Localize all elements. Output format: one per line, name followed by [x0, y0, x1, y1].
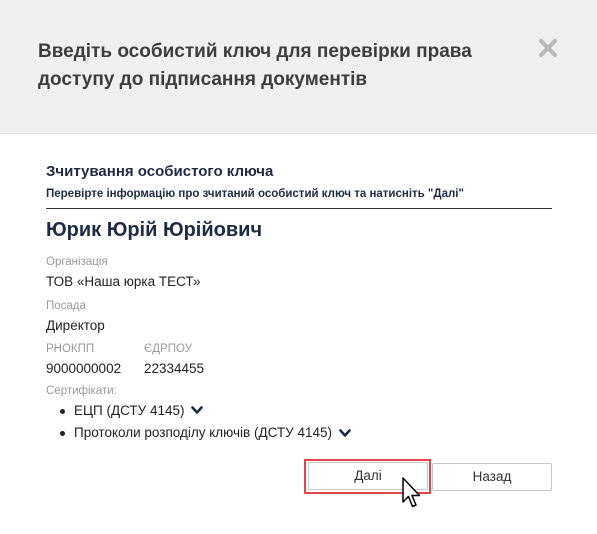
- certificate-label: Протоколи розподілу ключів (ДСТУ 4145): [74, 425, 332, 441]
- section-title: Зчитування особистого ключа: [46, 163, 274, 180]
- dialog-title: Введіть особистий ключ для перевірки пра…: [38, 41, 472, 90]
- key-info-panel: Зчитування особистого ключа Перевірте ін…: [46, 160, 552, 447]
- section-subtitle: Перевірте інформацію про зчитаний особис…: [46, 184, 552, 209]
- organization-label: Організація: [46, 256, 108, 268]
- edrpou-label: ЄДРПОУ: [144, 343, 192, 355]
- rnokpp-label: РНОКПП: [46, 343, 95, 355]
- certificates-field: Сертифікати: ЕЦП (ДСТУ 4145) Протоколи р…: [46, 384, 552, 443]
- mouse-pointer-icon: [402, 477, 422, 514]
- edrpou-field: ЄДРПОУ 22334455: [144, 342, 204, 378]
- certificate-item[interactable]: Протоколи розподілу ключів (ДСТУ 4145): [60, 424, 552, 442]
- position-field: Посада Директор: [46, 299, 552, 335]
- close-icon[interactable]: [538, 38, 560, 58]
- chevron-down-icon[interactable]: [191, 402, 204, 420]
- person-name: Юрик Юрій Юрійович: [46, 219, 263, 241]
- rnokpp-field: РНОКПП 9000000002: [46, 342, 144, 378]
- certificates-list: ЕЦП (ДСТУ 4145) Протоколи розподілу ключ…: [46, 402, 552, 443]
- chevron-down-icon[interactable]: [338, 425, 351, 443]
- certificates-label: Сертифікати:: [46, 385, 117, 397]
- edrpou-value: 22334455: [144, 361, 205, 376]
- dialog-header: Введіть особистий ключ для перевірки пра…: [0, 0, 597, 134]
- organization-field: Організація ТОВ «Наша юрка ТЕСТ»: [46, 255, 552, 291]
- certificate-item[interactable]: ЕЦП (ДСТУ 4145): [60, 402, 552, 420]
- certificate-label: ЕЦП (ДСТУ 4145): [74, 403, 185, 418]
- close-button[interactable]: [538, 38, 560, 60]
- organization-value: ТОВ «Наша юрка ТЕСТ»: [46, 274, 201, 289]
- rnokpp-value: 9000000002: [46, 361, 122, 376]
- ids-row: РНОКПП 9000000002 ЄДРПОУ 22334455: [46, 342, 552, 378]
- back-button[interactable]: Назад: [432, 463, 552, 491]
- position-value: Директор: [46, 318, 105, 333]
- position-label: Посада: [46, 300, 86, 312]
